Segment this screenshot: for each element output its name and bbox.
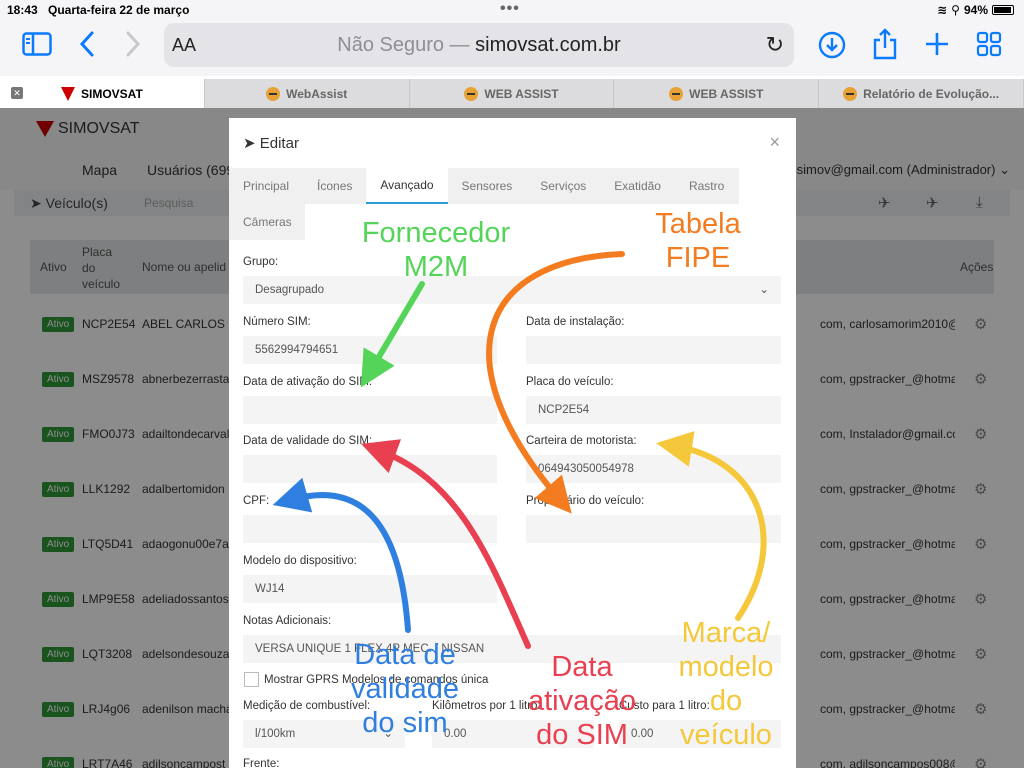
data-instalacao-label: Data de instalação: xyxy=(526,316,625,328)
annotation-validade: Data de validade do sim xyxy=(330,638,480,740)
grupo-value: Desagrupado xyxy=(255,284,325,296)
data-validade-field[interactable] xyxy=(243,455,497,483)
tab-cameras[interactable]: Câmeras xyxy=(229,204,306,240)
close-tab-icon[interactable]: ✕ xyxy=(11,87,23,99)
annotation-line: veículo xyxy=(680,719,772,751)
download-icon[interactable] xyxy=(818,31,846,64)
modal-header: ➤ Editar × xyxy=(229,118,796,168)
medicao-value: l/100km xyxy=(255,728,296,740)
data-instalacao-field[interactable] xyxy=(526,336,781,364)
annotation-line: validade xyxy=(350,673,460,705)
tab-label: WEB ASSIST xyxy=(689,86,764,101)
modelo-label: Modelo do dispositivo: xyxy=(243,555,357,567)
modelo-field[interactable]: WJ14 xyxy=(243,575,497,603)
annotation-marca: Marca/ modelo do veículo xyxy=(670,616,782,752)
annotation-line: FIPE xyxy=(665,242,731,274)
modal-title: ➤ Editar xyxy=(243,134,299,152)
numero-sim-field[interactable]: 5562994794651 xyxy=(243,336,497,364)
annotation-line: Data de xyxy=(354,639,456,671)
notas-label: Notas Adicionais: xyxy=(243,615,332,627)
cpf-label: CPF: xyxy=(243,495,270,507)
simovsat-favicon-icon xyxy=(61,86,75,101)
tab-avancado[interactable]: Avançado xyxy=(366,168,448,204)
cpf-field[interactable] xyxy=(243,515,497,543)
tab-relatorio[interactable]: Relatório de Evolução... xyxy=(819,79,1024,108)
location-icon: ⚲ xyxy=(951,3,960,17)
url-domain: simovsat.com.br xyxy=(475,34,621,56)
status-right: ≋ ⚲ 94% xyxy=(937,3,1014,17)
webassist-favicon-icon xyxy=(669,86,684,101)
annotation-fipe: Tabela FIPE xyxy=(634,207,762,275)
wifi-icon: ≋ xyxy=(937,3,948,17)
proprietario-label: Proprietário do veículo: xyxy=(526,495,645,507)
annotation-line: M2M xyxy=(403,251,469,283)
battery-icon xyxy=(992,5,1014,15)
annotation-line: ativação xyxy=(527,685,636,717)
annotation-line: Data xyxy=(551,651,613,683)
share-icon[interactable] xyxy=(872,28,898,65)
status-time: 18:43 xyxy=(7,3,38,17)
chevron-down-icon: ⌄ xyxy=(759,284,769,296)
webassist-favicon-icon xyxy=(843,86,858,101)
modal-tabs-row-1: Principal Ícones Avançado Sensores Serviços E… xyxy=(229,168,739,204)
tab-simovsat[interactable]: ✕ SIMOVSAT xyxy=(0,79,205,108)
tab-exatidao[interactable]: Exatidão xyxy=(600,168,675,204)
reload-icon[interactable]: ↻ xyxy=(766,32,784,58)
browser-toolbar: AA Não Seguro — simovsat.com.br ↻ xyxy=(0,20,1024,76)
close-icon[interactable]: × xyxy=(769,132,780,153)
placa-field[interactable]: NCP2E54 xyxy=(526,396,781,424)
tab-label: WEB ASSIST xyxy=(484,86,559,101)
data-ativacao-label: Data de ativação do SIM: xyxy=(243,376,373,388)
tabs-overview-icon[interactable] xyxy=(976,31,1002,62)
tab-rastro[interactable]: Rastro xyxy=(675,168,738,204)
annotation-line: do sim xyxy=(362,707,448,739)
annotation-line: Marca/ xyxy=(681,617,771,649)
tab-principal[interactable]: Principal xyxy=(229,168,303,204)
new-tab-icon[interactable] xyxy=(924,31,950,62)
annotation-line: do SIM xyxy=(536,719,628,751)
proprietario-field[interactable] xyxy=(526,515,781,543)
carteira-field[interactable]: 064943050054978 xyxy=(526,455,781,483)
annotation-line: modelo xyxy=(678,651,774,683)
tab-webassist[interactable]: WebAssist xyxy=(205,79,410,108)
tab-web-assist-1[interactable]: WEB ASSIST xyxy=(410,79,615,108)
carteira-label: Carteira de motorista: xyxy=(526,435,637,447)
gprs-checkbox[interactable] xyxy=(244,672,259,687)
tab-sensores[interactable]: Sensores xyxy=(448,168,527,204)
data-validade-label: Data de validade do SIM: xyxy=(243,435,373,447)
forward-icon[interactable] xyxy=(124,30,142,63)
tab-web-assist-2[interactable]: WEB ASSIST xyxy=(614,79,820,108)
grupo-label: Grupo: xyxy=(243,256,279,268)
sidebar-icon[interactable] xyxy=(22,32,52,61)
status-bar: 18:43 Quarta-feira 22 de março ••• ≋ ⚲ 9… xyxy=(0,0,1024,20)
annotation-line: Tabela xyxy=(655,208,741,240)
frente-label: Frente: xyxy=(243,758,280,768)
annotation-line: do xyxy=(709,685,743,717)
placa-label: Placa do veículo: xyxy=(526,376,614,388)
battery-percent: 94% xyxy=(963,3,988,17)
multitasking-dots[interactable]: ••• xyxy=(500,0,520,18)
numero-sim-label: Número SIM: xyxy=(243,316,311,328)
address-bar[interactable]: AA Não Seguro — simovsat.com.br ↻ xyxy=(164,23,794,67)
annotation-ativacao: Data ativação do SIM xyxy=(510,650,654,752)
annotation-fornecedor: Fornecedor M2M xyxy=(356,216,516,284)
tab-label: SIMOVSAT xyxy=(81,86,143,101)
modal-title-text: Editar xyxy=(259,135,299,152)
tab-label: WebAssist xyxy=(286,86,348,101)
browser-tabs: ✕ SIMOVSAT WebAssist WEB ASSIST WEB ASSI… xyxy=(0,79,1024,108)
data-ativacao-field[interactable] xyxy=(243,396,497,424)
tab-icones[interactable]: Ícones xyxy=(303,168,366,204)
tab-label: Relatório de Evolução... xyxy=(863,86,1000,101)
tab-servicos[interactable]: Serviços xyxy=(526,168,600,204)
annotation-line: Fornecedor xyxy=(361,217,511,249)
webassist-favicon-icon xyxy=(464,86,479,101)
webassist-favicon-icon xyxy=(266,86,281,101)
send-icon: ➤ xyxy=(243,135,256,152)
modal-tabs-row-2: Câmeras xyxy=(229,204,305,240)
status-date: Quarta-feira 22 de março xyxy=(48,3,190,17)
url-text[interactable]: Não Seguro — simovsat.com.br xyxy=(164,34,794,57)
back-icon[interactable] xyxy=(78,30,96,63)
url-prefix: Não Seguro — xyxy=(337,34,476,56)
